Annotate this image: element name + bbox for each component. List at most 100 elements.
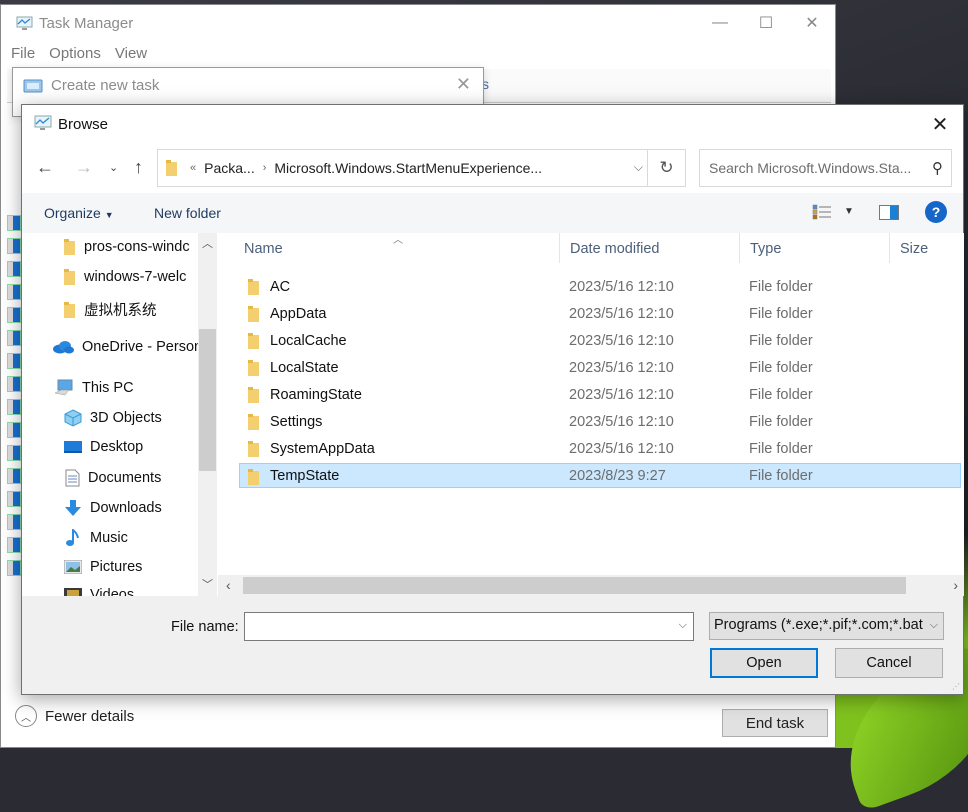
file-type-select[interactable]: Programs (*.exe;*.pif;*.com;*.bat ⌵ — [709, 612, 944, 640]
chevron-down-icon[interactable]: ⌵ — [679, 619, 687, 632]
preview-pane-icon[interactable] — [879, 205, 899, 220]
column-divider[interactable] — [889, 233, 890, 263]
up-arrow-icon[interactable]: ↑ — [134, 157, 143, 178]
3d-objects-icon — [64, 409, 82, 427]
column-header-date-modified[interactable]: Date modified — [570, 241, 659, 257]
process-icon — [7, 284, 21, 300]
column-header-size[interactable]: Size — [900, 241, 928, 257]
folder-icon — [248, 360, 259, 376]
process-icon — [7, 238, 21, 254]
refresh-icon[interactable]: ↻ — [647, 150, 685, 186]
menu-bar: File Options View — [11, 45, 147, 62]
task-manager-icon — [16, 16, 33, 30]
new-folder-button[interactable]: New folder — [154, 205, 221, 221]
process-icon — [7, 353, 21, 369]
create-new-task-title: Create new task — [23, 77, 159, 94]
cancel-button[interactable]: Cancel — [835, 648, 943, 678]
search-icon: ⚲ — [932, 160, 943, 177]
file-row[interactable]: LocalCache 2023/5/16 12:10 File folder — [240, 328, 962, 353]
address-bar[interactable]: « Packa... › Microsoft.Windows.StartMenu… — [157, 149, 686, 187]
process-icon — [7, 261, 21, 277]
scroll-down-icon[interactable]: ﹀ — [202, 576, 213, 592]
nav-item-videos[interactable]: Videos — [64, 587, 134, 596]
organize-button[interactable]: Organize ▼ — [44, 205, 114, 221]
scroll-left-icon[interactable]: ‹ — [226, 577, 231, 593]
browse-titlebar: Browse ✕ — [22, 105, 963, 143]
downloads-icon — [65, 500, 81, 516]
fewer-details-button[interactable]: ︿ Fewer details — [15, 705, 134, 727]
process-icon — [7, 445, 21, 461]
file-row-selected[interactable]: TempState 2023/8/23 9:27 File folder — [239, 463, 961, 488]
close-button[interactable]: ✕ — [925, 111, 955, 137]
close-button[interactable]: ✕ — [789, 5, 835, 41]
column-header-name[interactable]: Name — [244, 241, 283, 257]
scroll-up-icon[interactable]: ︿ — [202, 235, 213, 251]
process-icon — [7, 537, 21, 553]
breadcrumb-packages[interactable]: Packa... — [204, 160, 255, 176]
folder-icon — [248, 279, 259, 295]
nav-item-3d-objects[interactable]: 3D Objects — [64, 409, 162, 427]
nav-item-documents[interactable]: Documents — [64, 469, 161, 487]
nav-item-desktop[interactable]: Desktop — [64, 439, 143, 455]
nav-item-music[interactable]: Music — [64, 529, 128, 547]
recent-locations-chevron-icon[interactable]: ⌄ — [109, 161, 118, 174]
nav-item-folder[interactable]: windows-7-welc — [64, 269, 186, 285]
view-details-icon[interactable] — [812, 204, 832, 220]
documents-icon — [65, 469, 80, 487]
column-header-type[interactable]: Type — [750, 241, 781, 257]
nav-item-onedrive[interactable]: OneDrive - Person — [52, 339, 202, 355]
process-icon — [7, 307, 21, 323]
process-icon — [7, 215, 21, 231]
resize-grip[interactable]: ⋰ — [952, 682, 960, 691]
navigation-pane: pros-cons-windc windows-7-welc 虚拟机系统 One… — [22, 233, 218, 596]
menu-options[interactable]: Options — [49, 45, 101, 62]
music-icon — [66, 529, 79, 546]
nav-item-pictures[interactable]: Pictures — [64, 559, 142, 575]
file-row[interactable]: Settings 2023/5/16 12:10 File folder — [240, 409, 962, 434]
back-arrow-icon[interactable]: ← — [36, 157, 54, 178]
browse-dialog: Browse ✕ ← → ⌄ ↑ « Packa... › Microsoft.… — [21, 104, 964, 695]
desktop-icon — [64, 441, 82, 453]
address-dropdown-icon[interactable]: ⌵ — [634, 160, 643, 175]
folder-icon — [248, 469, 259, 485]
scroll-right-icon[interactable]: › — [953, 577, 958, 593]
menu-file[interactable]: File — [11, 45, 35, 62]
end-task-button[interactable]: End task — [722, 709, 828, 737]
view-options-dropdown-icon[interactable]: ▼ — [844, 206, 854, 217]
nav-item-downloads[interactable]: Downloads — [64, 499, 162, 517]
column-divider[interactable] — [559, 233, 560, 263]
process-icon — [7, 376, 21, 392]
column-divider[interactable] — [739, 233, 740, 263]
nav-item-folder[interactable]: 虚拟机系统 — [64, 299, 157, 320]
file-name-input[interactable]: ⌵ — [244, 612, 694, 641]
task-manager-icon — [34, 115, 52, 130]
horizontal-scrollbar[interactable]: ‹ › — [218, 575, 964, 596]
help-icon[interactable]: ? — [925, 201, 947, 223]
folder-icon — [166, 160, 177, 176]
search-input[interactable]: Search Microsoft.Windows.Sta... ⚲ — [699, 149, 952, 187]
nav-item-this-pc[interactable]: This PC — [54, 379, 134, 397]
minimize-button[interactable]: — — [697, 5, 743, 41]
chevron-down-icon: ⌵ — [929, 619, 938, 632]
file-row[interactable]: SystemAppData 2023/5/16 12:10 File folde… — [240, 436, 962, 461]
close-icon[interactable]: ✕ — [456, 74, 471, 95]
nav-item-folder[interactable]: pros-cons-windc — [64, 239, 190, 255]
process-icon — [7, 468, 21, 484]
menu-view[interactable]: View — [115, 45, 147, 62]
address-overflow[interactable]: « — [190, 162, 196, 174]
maximize-button[interactable]: ☐ — [743, 5, 789, 41]
scrollbar-thumb[interactable] — [243, 577, 906, 594]
computer-icon — [54, 379, 73, 396]
nav-pane-scrollbar[interactable]: ︿ ﹀ — [198, 233, 217, 596]
process-icon — [7, 560, 21, 576]
process-icon — [7, 422, 21, 438]
file-row[interactable]: LocalState 2023/5/16 12:10 File folder — [240, 355, 962, 380]
file-row[interactable]: RoamingState 2023/5/16 12:10 File folder — [240, 382, 962, 407]
chevron-right-icon[interactable]: › — [263, 162, 267, 174]
scrollbar-thumb[interactable] — [199, 329, 216, 471]
breadcrumb-current[interactable]: Microsoft.Windows.StartMenuExperience... — [274, 160, 542, 176]
file-row[interactable]: AC 2023/5/16 12:10 File folder — [240, 274, 962, 299]
open-button[interactable]: Open — [710, 648, 818, 678]
file-row[interactable]: AppData 2023/5/16 12:10 File folder — [240, 301, 962, 326]
forward-arrow-icon[interactable]: → — [75, 157, 93, 178]
